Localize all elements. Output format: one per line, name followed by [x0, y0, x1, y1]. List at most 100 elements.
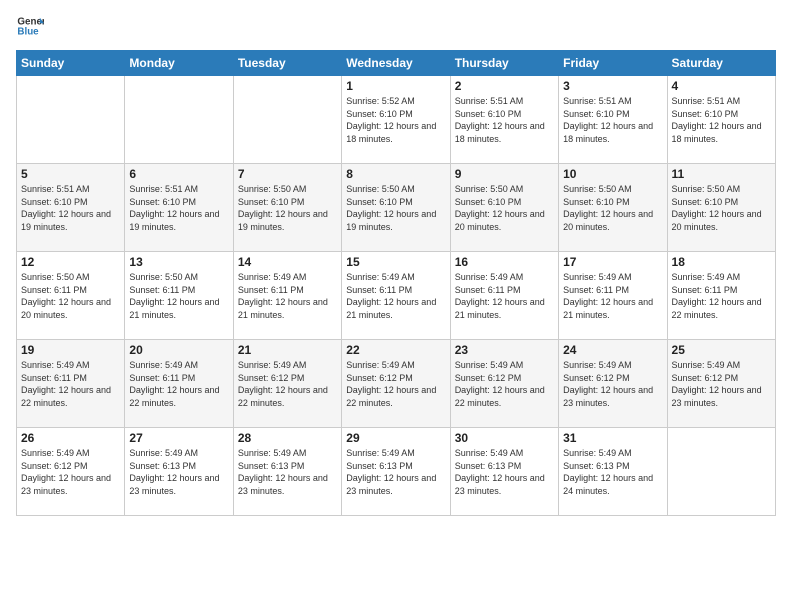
day-info: Sunrise: 5:49 AM Sunset: 6:12 PM Dayligh… [21, 447, 120, 497]
logo: General Blue [16, 12, 44, 40]
day-cell: 24 Sunrise: 5:49 AM Sunset: 6:12 PM Dayli… [559, 340, 667, 428]
day-info: Sunrise: 5:51 AM Sunset: 6:10 PM Dayligh… [21, 183, 120, 233]
day-info: Sunrise: 5:49 AM Sunset: 6:13 PM Dayligh… [346, 447, 445, 497]
day-cell: 12 Sunrise: 5:50 AM Sunset: 6:11 PM Dayli… [17, 252, 125, 340]
day-number: 24 [563, 343, 662, 357]
day-info: Sunrise: 5:50 AM Sunset: 6:10 PM Dayligh… [563, 183, 662, 233]
week-row-4: 26 Sunrise: 5:49 AM Sunset: 6:12 PM Dayli… [17, 428, 776, 516]
day-info: Sunrise: 5:49 AM Sunset: 6:12 PM Dayligh… [238, 359, 337, 409]
day-info: Sunrise: 5:52 AM Sunset: 6:10 PM Dayligh… [346, 95, 445, 145]
day-cell: 3 Sunrise: 5:51 AM Sunset: 6:10 PM Daylig… [559, 76, 667, 164]
day-info: Sunrise: 5:49 AM Sunset: 6:11 PM Dayligh… [21, 359, 120, 409]
day-number: 10 [563, 167, 662, 181]
day-cell: 5 Sunrise: 5:51 AM Sunset: 6:10 PM Daylig… [17, 164, 125, 252]
day-cell: 4 Sunrise: 5:51 AM Sunset: 6:10 PM Daylig… [667, 76, 775, 164]
day-info: Sunrise: 5:51 AM Sunset: 6:10 PM Dayligh… [672, 95, 771, 145]
day-cell [233, 76, 341, 164]
logo-icon: General Blue [16, 12, 44, 40]
day-number: 20 [129, 343, 228, 357]
day-info: Sunrise: 5:49 AM Sunset: 6:11 PM Dayligh… [563, 271, 662, 321]
day-cell: 21 Sunrise: 5:49 AM Sunset: 6:12 PM Dayli… [233, 340, 341, 428]
header-cell-thursday: Thursday [450, 51, 558, 76]
day-cell: 17Sunrise: 5:49 AM Sunset: 6:11 PM Dayli… [559, 252, 667, 340]
day-info: Sunrise: 5:49 AM Sunset: 6:11 PM Dayligh… [346, 271, 445, 321]
day-number: 8 [346, 167, 445, 181]
day-cell: 18Sunrise: 5:49 AM Sunset: 6:11 PM Dayli… [667, 252, 775, 340]
day-info: Sunrise: 5:49 AM Sunset: 6:11 PM Dayligh… [672, 271, 771, 321]
day-number: 6 [129, 167, 228, 181]
calendar-body: 1Sunrise: 5:52 AM Sunset: 6:10 PM Daylig… [17, 76, 776, 516]
day-number: 27 [129, 431, 228, 445]
day-number: 31 [563, 431, 662, 445]
calendar-table: SundayMondayTuesdayWednesdayThursdayFrid… [16, 50, 776, 516]
day-info: Sunrise: 5:49 AM Sunset: 6:13 PM Dayligh… [238, 447, 337, 497]
day-number: 28 [238, 431, 337, 445]
header-cell-monday: Monday [125, 51, 233, 76]
day-cell: 27 Sunrise: 5:49 AM Sunset: 6:13 PM Dayli… [125, 428, 233, 516]
day-info: Sunrise: 5:51 AM Sunset: 6:10 PM Dayligh… [563, 95, 662, 145]
day-cell: 29 Sunrise: 5:49 AM Sunset: 6:13 PM Dayli… [342, 428, 450, 516]
day-number: 4 [672, 79, 771, 93]
day-info: Sunrise: 5:51 AM Sunset: 6:10 PM Dayligh… [129, 183, 228, 233]
day-number: 7 [238, 167, 337, 181]
day-cell [667, 428, 775, 516]
day-info: Sunrise: 5:49 AM Sunset: 6:12 PM Dayligh… [455, 359, 554, 409]
day-number: 2 [455, 79, 554, 93]
day-cell: 11Sunrise: 5:50 AM Sunset: 6:10 PM Dayli… [667, 164, 775, 252]
day-info: Sunrise: 5:50 AM Sunset: 6:10 PM Dayligh… [238, 183, 337, 233]
day-number: 12 [21, 255, 120, 269]
week-row-3: 19 Sunrise: 5:49 AM Sunset: 6:11 PM Dayli… [17, 340, 776, 428]
day-number: 19 [21, 343, 120, 357]
day-cell [125, 76, 233, 164]
day-info: Sunrise: 5:50 AM Sunset: 6:11 PM Dayligh… [21, 271, 120, 321]
header-cell-tuesday: Tuesday [233, 51, 341, 76]
day-info: Sunrise: 5:49 AM Sunset: 6:12 PM Dayligh… [672, 359, 771, 409]
day-info: Sunrise: 5:49 AM Sunset: 6:11 PM Dayligh… [455, 271, 554, 321]
day-cell: 9 Sunrise: 5:50 AM Sunset: 6:10 PM Daylig… [450, 164, 558, 252]
week-row-1: 5 Sunrise: 5:51 AM Sunset: 6:10 PM Daylig… [17, 164, 776, 252]
day-number: 21 [238, 343, 337, 357]
day-cell: 2 Sunrise: 5:51 AM Sunset: 6:10 PM Daylig… [450, 76, 558, 164]
header-cell-sunday: Sunday [17, 51, 125, 76]
day-number: 29 [346, 431, 445, 445]
day-number: 14 [238, 255, 337, 269]
day-cell: 7 Sunrise: 5:50 AM Sunset: 6:10 PM Daylig… [233, 164, 341, 252]
svg-text:Blue: Blue [17, 26, 39, 37]
day-info: Sunrise: 5:49 AM Sunset: 6:13 PM Dayligh… [129, 447, 228, 497]
day-info: Sunrise: 5:49 AM Sunset: 6:11 PM Dayligh… [238, 271, 337, 321]
calendar-page: General Blue SundayMondayTuesdayWednesda… [0, 0, 792, 612]
day-info: Sunrise: 5:51 AM Sunset: 6:10 PM Dayligh… [455, 95, 554, 145]
header: General Blue [16, 12, 776, 40]
day-cell: 14 Sunrise: 5:49 AM Sunset: 6:11 PM Dayli… [233, 252, 341, 340]
header-cell-friday: Friday [559, 51, 667, 76]
day-info: Sunrise: 5:49 AM Sunset: 6:13 PM Dayligh… [455, 447, 554, 497]
day-info: Sunrise: 5:50 AM Sunset: 6:10 PM Dayligh… [672, 183, 771, 233]
day-info: Sunrise: 5:50 AM Sunset: 6:11 PM Dayligh… [129, 271, 228, 321]
header-cell-wednesday: Wednesday [342, 51, 450, 76]
day-number: 3 [563, 79, 662, 93]
day-cell: 23 Sunrise: 5:49 AM Sunset: 6:12 PM Dayli… [450, 340, 558, 428]
day-number: 22 [346, 343, 445, 357]
day-number: 26 [21, 431, 120, 445]
day-cell: 28 Sunrise: 5:49 AM Sunset: 6:13 PM Dayli… [233, 428, 341, 516]
day-cell: 25Sunrise: 5:49 AM Sunset: 6:12 PM Dayli… [667, 340, 775, 428]
day-cell: 13 Sunrise: 5:50 AM Sunset: 6:11 PM Dayli… [125, 252, 233, 340]
day-number: 13 [129, 255, 228, 269]
day-cell: 26 Sunrise: 5:49 AM Sunset: 6:12 PM Dayli… [17, 428, 125, 516]
week-row-2: 12 Sunrise: 5:50 AM Sunset: 6:11 PM Dayli… [17, 252, 776, 340]
day-number: 23 [455, 343, 554, 357]
day-info: Sunrise: 5:49 AM Sunset: 6:12 PM Dayligh… [563, 359, 662, 409]
week-row-0: 1Sunrise: 5:52 AM Sunset: 6:10 PM Daylig… [17, 76, 776, 164]
day-info: Sunrise: 5:49 AM Sunset: 6:12 PM Dayligh… [346, 359, 445, 409]
day-cell: 31Sunrise: 5:49 AM Sunset: 6:13 PM Dayli… [559, 428, 667, 516]
day-number: 9 [455, 167, 554, 181]
day-cell: 8Sunrise: 5:50 AM Sunset: 6:10 PM Daylig… [342, 164, 450, 252]
day-cell: 16Sunrise: 5:49 AM Sunset: 6:11 PM Dayli… [450, 252, 558, 340]
day-info: Sunrise: 5:50 AM Sunset: 6:10 PM Dayligh… [455, 183, 554, 233]
day-number: 30 [455, 431, 554, 445]
day-number: 5 [21, 167, 120, 181]
day-cell: 1Sunrise: 5:52 AM Sunset: 6:10 PM Daylig… [342, 76, 450, 164]
day-cell [17, 76, 125, 164]
day-cell: 30 Sunrise: 5:49 AM Sunset: 6:13 PM Dayli… [450, 428, 558, 516]
day-cell: 20Sunrise: 5:49 AM Sunset: 6:11 PM Dayli… [125, 340, 233, 428]
